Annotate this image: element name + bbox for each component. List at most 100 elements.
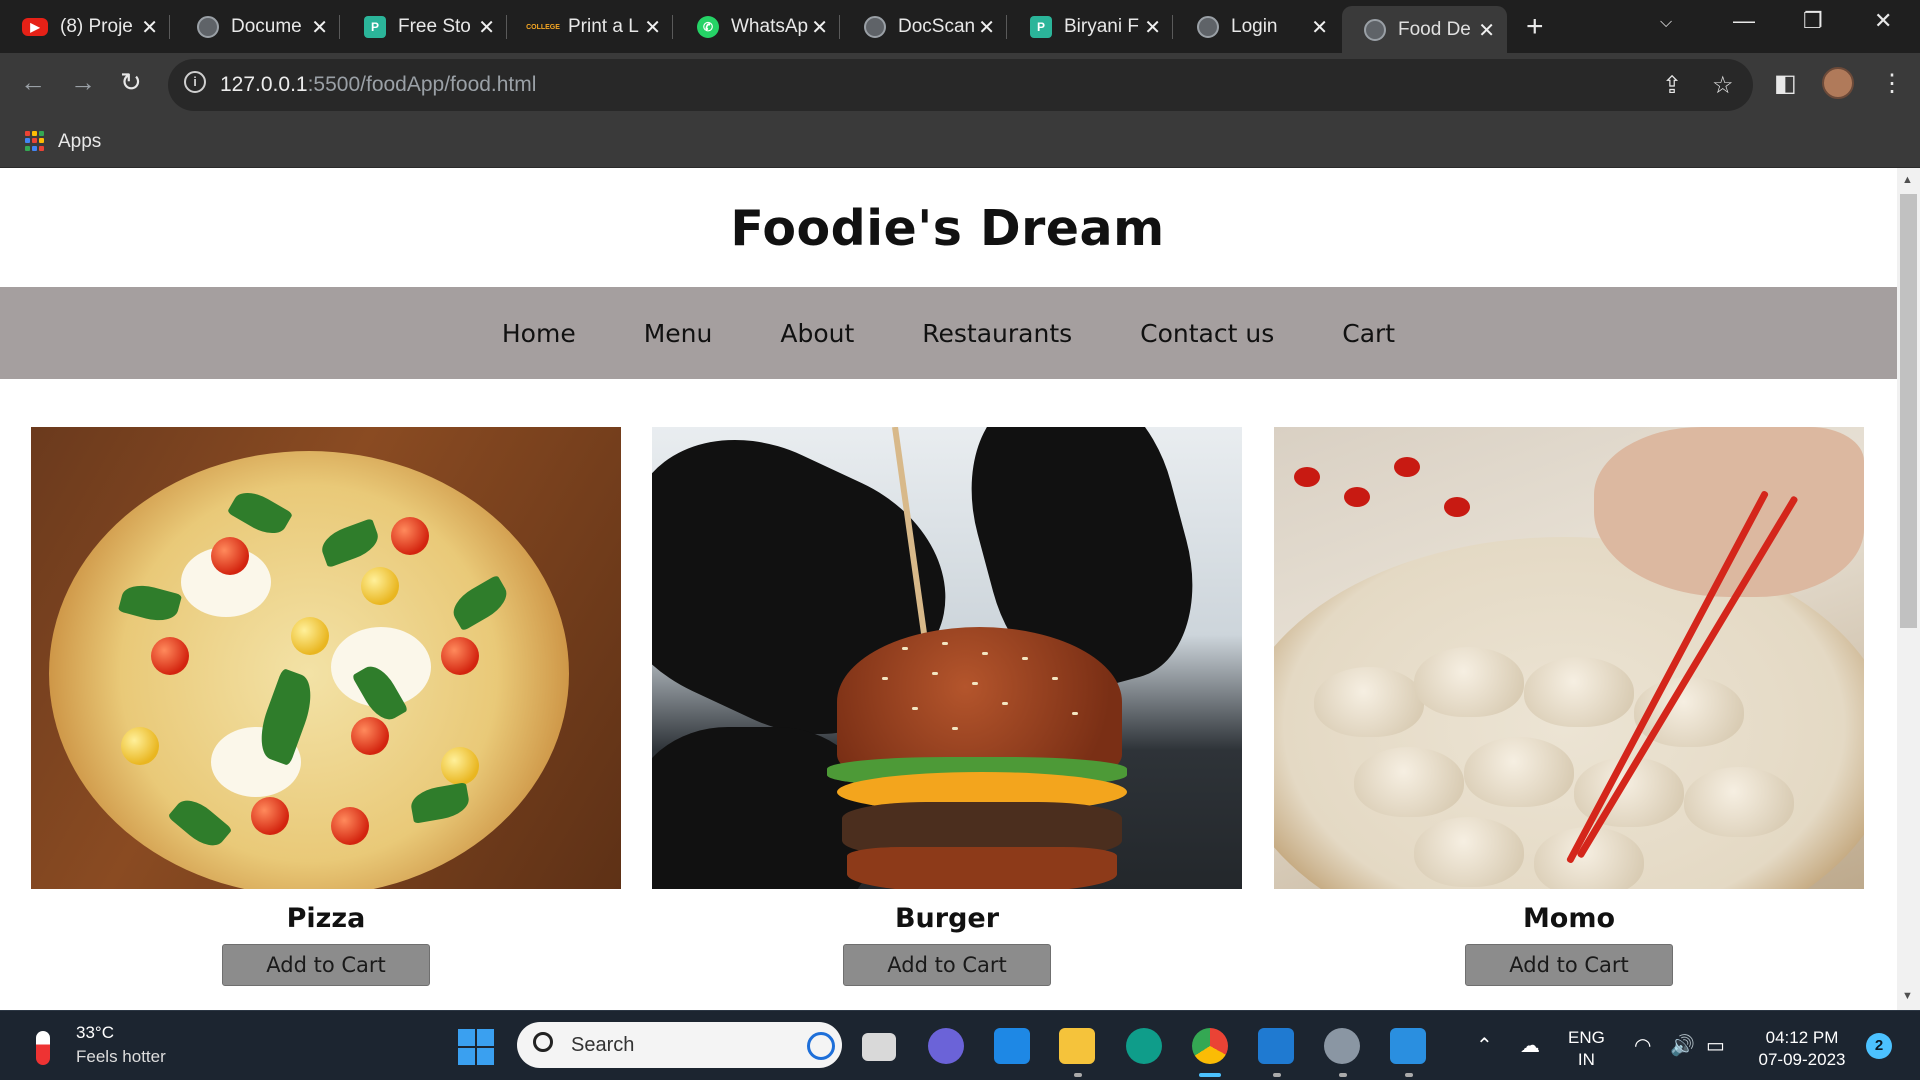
college-icon: COLLEGE (526, 23, 560, 31)
thermometer-icon (36, 1031, 50, 1065)
scrollbar-thumb[interactable] (1900, 194, 1917, 628)
nav-link-restaurants[interactable]: Restaurants (888, 319, 1106, 348)
bookmarks-bar: Apps (0, 118, 1920, 168)
edge-icon[interactable] (1126, 1028, 1162, 1064)
browser-tab[interactable]: ▶ (8) Proje ✕ (0, 9, 170, 45)
vscode-icon[interactable] (1258, 1028, 1294, 1064)
notification-badge[interactable]: 2 (1866, 1033, 1892, 1059)
tab-title: Print a L (568, 16, 639, 37)
close-tab-icon[interactable]: ✕ (141, 15, 158, 40)
onedrive-icon[interactable]: ☁ (1520, 1033, 1540, 1058)
browser-tab-active[interactable]: Food De ✕ (1342, 6, 1507, 53)
browser-tab[interactable]: Docume ✕ (175, 9, 340, 45)
search-icon (533, 1032, 553, 1052)
taskbar-search[interactable]: Search (517, 1022, 842, 1068)
nav-link-contact[interactable]: Contact us (1106, 319, 1308, 348)
url-text[interactable]: 127.0.0.1:5500/foodApp/food.html (220, 73, 536, 97)
close-tab-icon[interactable]: ✕ (1144, 15, 1161, 40)
nav-link-cart[interactable]: Cart (1308, 319, 1429, 348)
tab-title: Free Sto (398, 16, 471, 37)
close-tab-icon[interactable]: ✕ (311, 15, 328, 40)
globe-icon (864, 16, 886, 38)
address-bar[interactable]: i 127.0.0.1:5500/foodApp/food.html ⇪ ☆ (168, 59, 1753, 111)
tab-title: Food De (1398, 18, 1471, 40)
chevron-up-icon[interactable]: ⌃ (1476, 1033, 1493, 1058)
weather-desc[interactable]: Feels hotter (76, 1047, 166, 1067)
tab-title: Login (1231, 16, 1278, 37)
close-tab-icon[interactable]: ✕ (1311, 15, 1328, 40)
whatsapp-icon: ✆ (697, 16, 719, 38)
main-nav: Home Menu About Restaurants Contact us C… (0, 287, 1897, 379)
close-window-icon[interactable]: ✕ (1874, 8, 1892, 34)
wifi-icon[interactable]: ◠ (1634, 1033, 1651, 1058)
tab-title: DocScan (898, 16, 976, 37)
settings-gear-icon[interactable] (1324, 1028, 1360, 1064)
reload-icon[interactable]: ↻ (120, 67, 142, 98)
apps-bookmark[interactable]: Apps (58, 131, 101, 153)
tab-title: (8) Proje (60, 16, 133, 37)
close-tab-icon[interactable]: ✕ (978, 15, 995, 40)
weather-temp[interactable]: 33°C (76, 1023, 114, 1043)
browser-tab[interactable]: ✆ WhatsAp ✕ (675, 9, 840, 45)
apps-grid-icon[interactable] (25, 131, 45, 151)
photos-icon[interactable] (1390, 1028, 1426, 1064)
share-icon[interactable]: ⇪ (1662, 71, 1682, 100)
add-to-cart-button[interactable]: Add to Cart (1465, 944, 1673, 986)
browser-tab[interactable]: P Biryani F ✕ (1008, 9, 1173, 45)
minimize-icon[interactable]: — (1733, 8, 1755, 34)
bing-icon[interactable] (807, 1032, 835, 1060)
food-name: Pizza (286, 903, 366, 934)
browser-tab[interactable]: DocScan ✕ (842, 9, 1007, 45)
nav-link-home[interactable]: Home (468, 319, 610, 348)
chrome-icon[interactable] (1192, 1028, 1228, 1064)
browser-toolbar: ← → ↻ i 127.0.0.1:5500/foodApp/food.html… (0, 53, 1920, 118)
restore-icon[interactable]: ❐ (1803, 8, 1823, 34)
battery-icon[interactable]: ▭ (1706, 1033, 1725, 1058)
volume-icon[interactable]: 🔊 (1670, 1033, 1695, 1058)
add-to-cart-button[interactable]: Add to Cart (222, 944, 430, 986)
tab-title: WhatsAp (731, 16, 809, 37)
food-card-burger: Burger Add to Cart (652, 427, 1242, 986)
close-tab-icon[interactable]: ✕ (644, 15, 661, 40)
file-explorer-icon[interactable] (1059, 1028, 1095, 1064)
nav-link-about[interactable]: About (746, 319, 888, 348)
youtube-icon: ▶ (22, 18, 48, 36)
site-title: Foodie's Dream (730, 200, 1165, 257)
chat-icon[interactable] (928, 1028, 964, 1064)
start-windows-icon[interactable] (458, 1029, 494, 1065)
burger-image (652, 427, 1242, 889)
mail-icon[interactable] (994, 1028, 1030, 1064)
close-tab-icon[interactable]: ✕ (1478, 18, 1495, 43)
add-to-cart-button[interactable]: Add to Cart (843, 944, 1051, 986)
side-panel-icon[interactable]: ◧ (1774, 69, 1797, 98)
language-indicator[interactable]: ENG IN (1568, 1027, 1605, 1071)
menu-dots-icon[interactable]: ⋮ (1880, 69, 1904, 98)
app-icon: P (1030, 16, 1052, 38)
browser-tab[interactable]: COLLEGE Print a L ✕ (508, 9, 673, 45)
task-view-icon[interactable] (862, 1033, 896, 1061)
profile-avatar[interactable] (1822, 67, 1854, 99)
clock[interactable]: 04:12 PM 07-09-2023 (1754, 1027, 1850, 1071)
tab-title: Docume (231, 16, 302, 37)
browser-tab[interactable]: P Free Sto ✕ (342, 9, 507, 45)
browser-tab-strip: ▶ (8) Proje ✕ Docume ✕ P Free Sto ✕ COLL… (0, 0, 1920, 53)
site-info-icon[interactable]: i (184, 71, 206, 93)
scroll-down-icon[interactable]: ▼ (1902, 990, 1913, 1002)
new-tab-icon[interactable]: + (1526, 10, 1544, 44)
food-card-pizza: Pizza Add to Cart (31, 427, 621, 986)
bookmark-star-icon[interactable]: ☆ (1712, 71, 1734, 100)
nav-link-menu[interactable]: Menu (610, 319, 747, 348)
globe-icon (1197, 16, 1219, 38)
back-icon[interactable]: ← (20, 67, 46, 98)
app-icon: P (364, 16, 386, 38)
food-name: Burger (894, 903, 1000, 934)
scroll-up-icon[interactable]: ▲ (1902, 174, 1913, 186)
momo-image (1274, 427, 1864, 889)
tab-search-icon[interactable]: ⌵ (1660, 14, 1672, 32)
close-tab-icon[interactable]: ✕ (811, 15, 828, 40)
close-tab-icon[interactable]: ✕ (478, 15, 495, 40)
food-name: Momo (1522, 903, 1616, 934)
globe-icon (197, 16, 219, 38)
browser-tab[interactable]: Login ✕ (1175, 9, 1340, 45)
forward-icon[interactable]: → (70, 67, 96, 98)
